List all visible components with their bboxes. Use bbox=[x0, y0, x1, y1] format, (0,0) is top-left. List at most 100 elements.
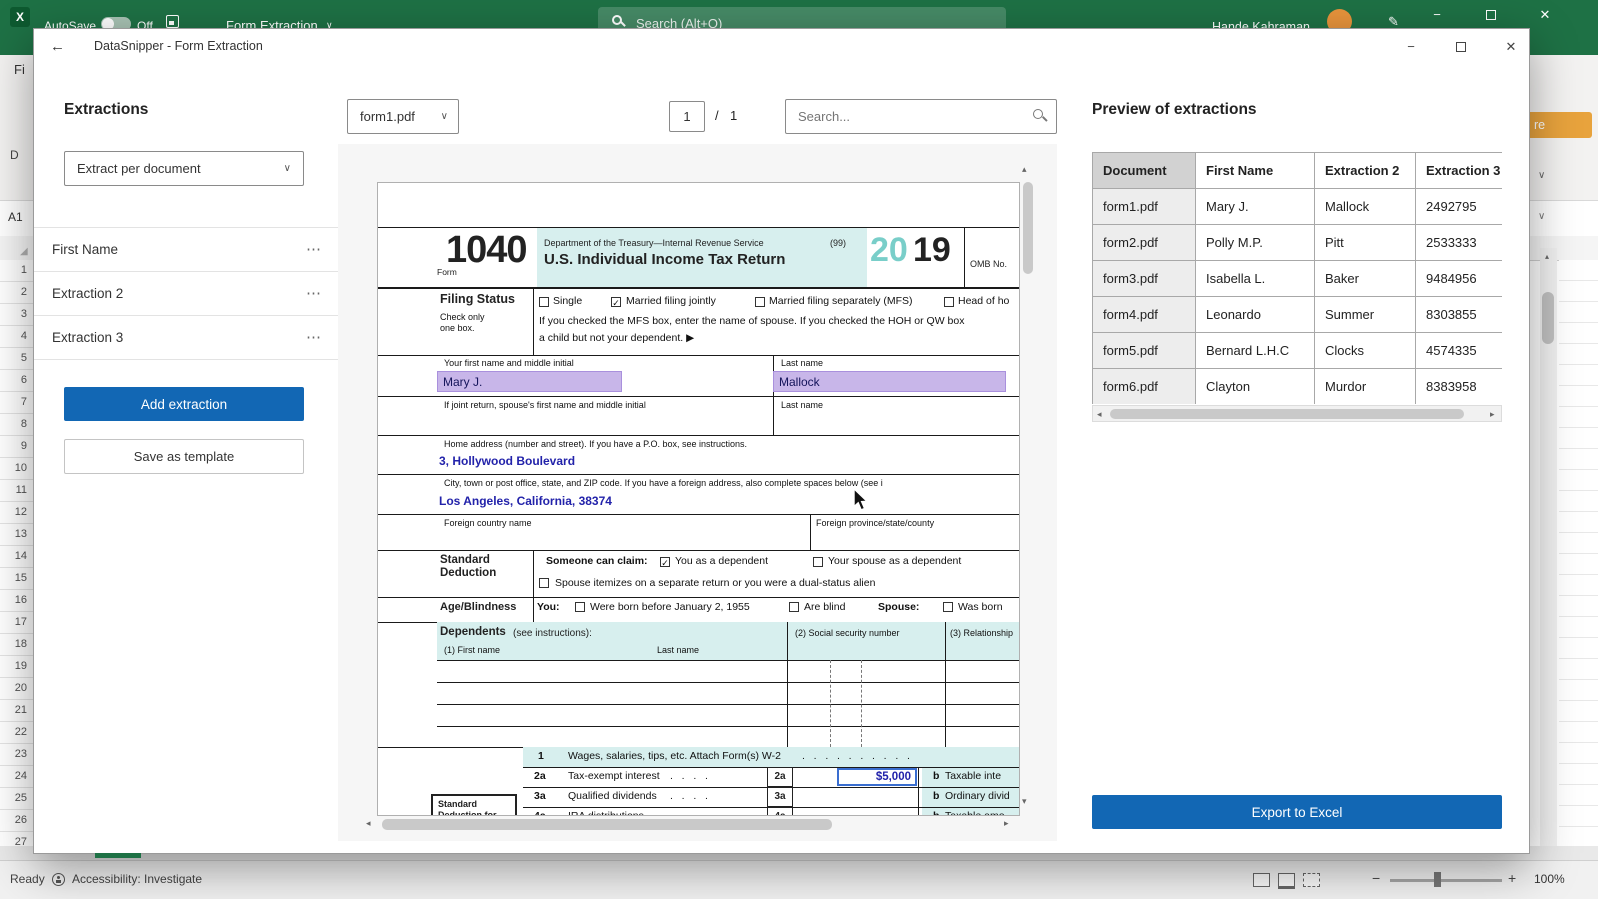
someone-can-claim: Someone can claim: bbox=[546, 555, 648, 567]
row-header[interactable]: 2 bbox=[0, 282, 33, 304]
status-accessibility[interactable]: Accessibility: Investigate bbox=[72, 872, 202, 886]
export-to-excel-button[interactable]: Export to Excel bbox=[1092, 795, 1502, 829]
preview-row[interactable]: form3.pdf Isabella L. Baker 9484956 bbox=[1092, 260, 1502, 297]
row-header[interactable]: 1 bbox=[0, 260, 33, 282]
row-header[interactable]: 20 bbox=[0, 678, 33, 700]
active-sheet-indicator[interactable] bbox=[95, 853, 141, 858]
pdf-search-input[interactable] bbox=[785, 99, 1057, 134]
extraction-item[interactable]: First Name ⋯ bbox=[34, 228, 338, 272]
cb-married-separately bbox=[755, 297, 765, 307]
extraction-item[interactable]: Extraction 3 ⋯ bbox=[34, 316, 338, 360]
cb-you-dependent-checked: ✓ bbox=[660, 557, 670, 568]
row-header[interactable]: 10 bbox=[0, 458, 33, 480]
page-number-input[interactable]: 1 bbox=[669, 101, 705, 132]
row-header[interactable]: 13 bbox=[0, 524, 33, 546]
document-viewer-panel: form1.pdf ∨ 1 / 1 Form 1040 Depar bbox=[338, 65, 1057, 855]
normal-view-icon[interactable] bbox=[1253, 873, 1270, 887]
page-break-view-icon[interactable] bbox=[1303, 873, 1320, 887]
extraction-highlight-last-name[interactable]: Mallock bbox=[773, 371, 1006, 392]
preview-row[interactable]: form6.pdf Clayton Murdor 8383958 bbox=[1092, 368, 1502, 404]
name-box[interactable]: A1 bbox=[8, 210, 23, 224]
dialog-minimize-button[interactable]: − bbox=[1389, 29, 1433, 65]
row-header[interactable]: 11 bbox=[0, 480, 33, 502]
zoom-in-button[interactable]: + bbox=[1508, 870, 1516, 886]
excel-close-button[interactable]: ✕ bbox=[1522, 0, 1568, 30]
dialog-close-button[interactable]: ✕ bbox=[1489, 29, 1533, 65]
row-header[interactable]: 8 bbox=[0, 414, 33, 436]
row-header[interactable]: 6 bbox=[0, 370, 33, 392]
add-extraction-button[interactable]: Add extraction bbox=[64, 387, 304, 421]
formula-bar-chevron-icon[interactable]: ∨ bbox=[1538, 211, 1545, 222]
zoom-level[interactable]: 100% bbox=[1534, 872, 1565, 886]
dependents-col1b: Last name bbox=[657, 645, 700, 655]
extraction-highlight-amount[interactable]: $5,000 bbox=[837, 768, 917, 786]
preview-row[interactable]: form1.pdf Mary J. Mallock 2492795 bbox=[1092, 188, 1502, 225]
dialog-maximize-button[interactable] bbox=[1439, 29, 1483, 65]
viewer-scroll-left-icon[interactable]: ◂ bbox=[366, 818, 371, 829]
row-header[interactable]: 22 bbox=[0, 722, 33, 744]
zoom-slider-track[interactable] bbox=[1390, 879, 1502, 882]
zoom-out-button[interactable]: − bbox=[1372, 870, 1380, 886]
item-menu-icon[interactable]: ⋯ bbox=[306, 272, 322, 315]
viewer-scroll-up-icon[interactable]: ▴ bbox=[1022, 164, 1027, 175]
income-4b-label: Taxable amo bbox=[945, 810, 1005, 816]
income-1-label: Wages, salaries, tips, etc. Attach Form(… bbox=[568, 750, 781, 762]
extraction-item[interactable]: Extraction 2 ⋯ bbox=[34, 272, 338, 316]
row-header[interactable]: 25 bbox=[0, 788, 33, 810]
row-header[interactable]: 7 bbox=[0, 392, 33, 414]
excel-restore-button[interactable] bbox=[1468, 0, 1514, 30]
page-layout-view-icon[interactable] bbox=[1278, 873, 1295, 889]
row-header[interactable]: 16 bbox=[0, 590, 33, 612]
scroll-up-icon[interactable]: ▴ bbox=[1545, 252, 1549, 261]
preview-cell: Murdor bbox=[1314, 368, 1416, 404]
viewer-vscroll-thumb[interactable] bbox=[1023, 182, 1033, 274]
preview-row[interactable]: form5.pdf Bernard L.H.C Clocks 4574335 bbox=[1092, 332, 1502, 369]
row-header[interactable]: 15 bbox=[0, 568, 33, 590]
row-header[interactable]: 3 bbox=[0, 304, 33, 326]
ribbon-collapse-icon[interactable]: ∨ bbox=[1538, 170, 1545, 181]
city-value[interactable]: Los Angeles, California, 38374 bbox=[439, 494, 612, 508]
file-tab[interactable]: Fi bbox=[14, 62, 25, 77]
row-header[interactable]: 9 bbox=[0, 436, 33, 458]
row-header[interactable]: 21 bbox=[0, 700, 33, 722]
row-header[interactable]: 5 bbox=[0, 348, 33, 370]
select-all-corner[interactable]: ◢ bbox=[20, 246, 28, 257]
row-header[interactable]: 19 bbox=[0, 656, 33, 678]
opt-single: Single bbox=[553, 295, 583, 307]
viewer-scroll-right-icon[interactable]: ▸ bbox=[1004, 818, 1009, 829]
income-1-num: 1 bbox=[538, 750, 544, 762]
row-header[interactable]: 12 bbox=[0, 502, 33, 524]
row-header[interactable]: 18 bbox=[0, 634, 33, 656]
extractions-panel: Extractions Extract per document ∨ First… bbox=[34, 65, 338, 855]
scroll-thumb[interactable] bbox=[1542, 292, 1554, 344]
row-header[interactable]: 23 bbox=[0, 744, 33, 766]
row-header[interactable]: 14 bbox=[0, 546, 33, 568]
item-menu-icon[interactable]: ⋯ bbox=[306, 228, 322, 271]
preview-scroll-right-icon[interactable]: ▸ bbox=[1490, 409, 1495, 420]
save-as-template-button[interactable]: Save as template bbox=[64, 439, 304, 474]
row-header[interactable]: 26 bbox=[0, 810, 33, 832]
row-header[interactable]: 24 bbox=[0, 766, 33, 788]
row-header[interactable]: 17 bbox=[0, 612, 33, 634]
preview-scroll-left-icon[interactable]: ◂ bbox=[1097, 409, 1102, 420]
foreign-province-label: Foreign province/state/county bbox=[816, 518, 935, 528]
back-button[interactable]: ← bbox=[50, 38, 65, 55]
income-2a-dots: . . . . bbox=[670, 770, 708, 782]
viewer-hscroll-thumb[interactable] bbox=[382, 819, 832, 830]
preview-hscroll-thumb[interactable] bbox=[1110, 408, 1464, 419]
preview-hscrollbar[interactable]: ◂ ▸ bbox=[1092, 405, 1502, 422]
item-menu-icon[interactable]: ⋯ bbox=[306, 316, 322, 359]
zoom-slider-thumb[interactable] bbox=[1434, 872, 1441, 887]
file-dropdown[interactable]: form1.pdf ∨ bbox=[347, 99, 459, 134]
excel-vertical-scrollbar[interactable]: ▴ bbox=[1540, 248, 1557, 846]
home-address-value[interactable]: 3, Hollywood Boulevard bbox=[439, 454, 575, 468]
extraction-mode-dropdown[interactable]: Extract per document ∨ bbox=[64, 151, 304, 186]
preview-row[interactable]: form2.pdf Polly M.P. Pitt 2533333 bbox=[1092, 224, 1502, 261]
preview-row[interactable]: form4.pdf Leonardo Summer 8303855 bbox=[1092, 296, 1502, 333]
share-button[interactable]: re bbox=[1522, 112, 1592, 138]
save-icon[interactable] bbox=[166, 15, 179, 28]
excel-minimize-button[interactable]: − bbox=[1414, 0, 1460, 30]
viewer-scroll-down-icon[interactable]: ▾ bbox=[1022, 796, 1027, 807]
row-header[interactable]: 4 bbox=[0, 326, 33, 348]
extraction-highlight-first-name[interactable]: Mary J. bbox=[437, 371, 622, 392]
